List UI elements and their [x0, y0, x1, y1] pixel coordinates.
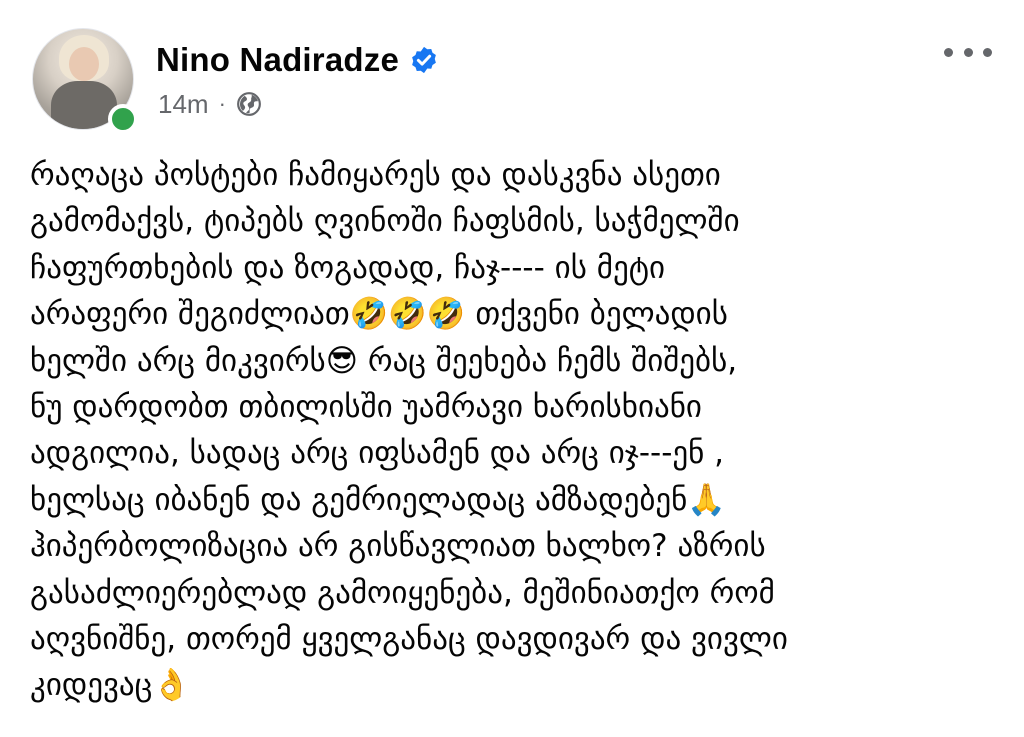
post-text-line: ნუ დარდობთ თბილისში უამრავი ხარისხიანი [30, 389, 702, 426]
post-text-line: ჰიპერბოლიზაცია არ გისწავლიათ ხალხო? აზრი… [30, 528, 766, 565]
more-options-button[interactable] [944, 36, 992, 68]
author-name[interactable]: Nino Nadiradze [156, 41, 399, 79]
post-timestamp[interactable]: 14m [158, 89, 209, 120]
post-text-line: ადგილია, სადაც არც იფსამენ და არც იჯ---ე… [30, 435, 725, 472]
globe-icon[interactable] [236, 91, 262, 117]
avatar-face-shape [69, 47, 99, 81]
meta-separator: · [218, 91, 226, 116]
verified-badge-icon [412, 46, 436, 74]
post-text-line: ხელში არც მიკვირს😎 რაც შეეხება ჩემს შიშე… [30, 342, 738, 379]
author-avatar-container[interactable] [32, 28, 138, 134]
post-text-line: რაღაცა პოსტები ჩამიყარეს და დასკვნა ასეთ… [30, 157, 721, 193]
post-body-text: რაღაცა პოსტები ჩამიყარეს და დასკვნა ასეთ… [30, 152, 1000, 709]
more-dot-icon [944, 47, 953, 57]
post-meta: 14m · [158, 86, 262, 122]
avatar-body-shape [51, 81, 117, 129]
author-name-row: Nino Nadiradze [156, 38, 439, 82]
more-dot-icon [963, 47, 973, 57]
online-status-indicator [108, 104, 138, 134]
post-text-line: არაფერი შეგიძლიათ🤣🤣🤣 თქვენი ბელადის [30, 296, 728, 333]
post-text-line: კიდევაც👌 [30, 667, 191, 704]
post-text-line: ჩაფურთხების და ზოგადად, ჩაჯ---- ის მეტი [30, 249, 666, 286]
post-text-line: გასაძლიერებლად გამოიყენება, მეშინიათქო რ… [30, 574, 775, 611]
post-text-line: გამომაქვს, ტიპებს ღვინოში ჩაფსმის, საჭმე… [30, 203, 740, 240]
post-header: Nino Nadiradze 14m · [0, 0, 1024, 140]
more-dot-icon [983, 47, 992, 57]
post-text-line: ხელსაც იბანენ და გემრიელადაც ამზადებენ🙏 [30, 481, 726, 518]
post-text-line: აღვნიშნე, თორემ ყველგანაც დავდივარ და ვი… [30, 621, 788, 658]
